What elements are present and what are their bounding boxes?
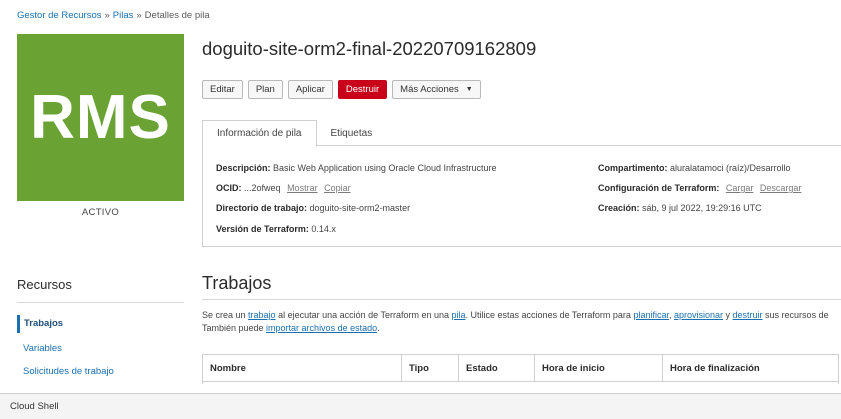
plan-link[interactable]: planificar	[633, 310, 669, 320]
breadcrumb-separator: »	[104, 10, 110, 21]
tf-config-field: Configuración de Terraform: Cargar Desca…	[598, 183, 801, 193]
workdir-label: Directorio de trabajo:	[216, 203, 308, 213]
edit-button[interactable]: Editar	[202, 80, 243, 99]
desc-text: . Utilice estas acciones de Terraform pa…	[465, 310, 634, 320]
page-title: doguito-site-orm2-final-20220709162809	[202, 38, 537, 59]
action-toolbar: Editar Plan Aplicar Destruir Más Accione…	[202, 80, 481, 99]
tf-version-label: Versión de Terraform:	[216, 224, 309, 234]
apply-button[interactable]: Aplicar	[287, 80, 333, 99]
caret-down-icon: ▼	[465, 86, 473, 93]
workdir-field: Directorio de trabajo: doguito-site-orm2…	[216, 203, 410, 213]
apply-button-label: Aplicar	[295, 84, 325, 95]
jobs-description-line-1: Se crea un trabajo al ejecutar una acció…	[202, 309, 841, 322]
sidebar-item-jobs[interactable]: Trabajos	[17, 315, 63, 333]
jobs-description: Se crea un trabajo al ejecutar una acció…	[202, 309, 841, 335]
tab-stack-info-label: Información de pila	[217, 128, 302, 139]
breadcrumb-separator: »	[136, 10, 142, 21]
cloud-shell-bar[interactable]: Cloud Shell	[0, 393, 841, 419]
stack-info-panel: Descripción: Basic Web Application using…	[202, 145, 841, 247]
tab-stack-info[interactable]: Información de pila	[202, 120, 317, 147]
cloud-shell-label: Cloud Shell	[10, 401, 59, 412]
jobs-description-line-2: También puede importar archivos de estad…	[202, 322, 841, 335]
tf-config-download-link[interactable]: Descargar	[760, 183, 802, 193]
breadcrumb-current: Detalles de pila	[144, 10, 210, 21]
desc-text: y	[723, 310, 733, 320]
import-state-link[interactable]: importar archivos de estado	[266, 323, 377, 333]
compartment-value: aluralatamoci (raíz)/Desarrollo	[670, 163, 791, 173]
resources-heading: Recursos	[17, 277, 72, 292]
destroy-button[interactable]: Destruir	[337, 80, 388, 99]
ocid-field: OCID: ...2ofweq Mostrar Copiar	[216, 183, 351, 193]
breadcrumb-resource-manager[interactable]: Gestor de Recursos	[17, 10, 101, 21]
edit-button-label: Editar	[210, 84, 235, 95]
sidebar-item-variables[interactable]: Variables	[17, 343, 62, 354]
column-header-type[interactable]: Tipo	[402, 355, 459, 381]
jobs-divider	[202, 299, 841, 300]
tf-config-label: Configuración de Terraform:	[598, 183, 720, 193]
ocid-label: OCID:	[216, 183, 242, 193]
more-actions-label: Más Acciones	[400, 84, 459, 95]
job-link[interactable]: trabajo	[248, 310, 276, 320]
logo-text: RMS	[30, 83, 171, 152]
detail-tabs: Información de pila Etiquetas	[202, 120, 387, 147]
sidebar-item-work-requests[interactable]: Solicitudes de trabajo	[17, 366, 114, 377]
tf-version-value: 0.14.x	[311, 224, 336, 234]
description-field: Descripción: Basic Web Application using…	[216, 163, 496, 173]
status-label: ACTIVO	[81, 207, 120, 218]
column-header-end-time[interactable]: Hora de finalización	[663, 355, 838, 381]
stack-link[interactable]: pila	[452, 310, 466, 320]
column-header-start-time[interactable]: Hora de inicio	[535, 355, 663, 381]
destroy-link[interactable]: destruir	[733, 310, 763, 320]
breadcrumb: Gestor de Recursos» Pilas» Detalles de pil…	[17, 10, 210, 21]
column-header-name[interactable]: Nombre	[203, 355, 402, 381]
ocid-value: ...2ofweq	[244, 183, 281, 193]
workdir-value: doguito-site-orm2-master	[309, 203, 411, 213]
ocid-copy-link[interactable]: Copiar	[324, 183, 351, 193]
plan-button[interactable]: Plan	[247, 80, 283, 99]
more-actions-button[interactable]: Más Acciones ▼	[392, 80, 481, 99]
created-label: Creación:	[598, 203, 640, 213]
created-field: Creación: sáb, 9 jul 2022, 19:29:16 UTC	[598, 203, 762, 213]
description-value: Basic Web Application using Oracle Cloud…	[273, 163, 497, 173]
jobs-table: Nombre Tipo Estado Hora de inicio Hora d…	[202, 354, 839, 384]
jobs-title: Trabajos	[202, 273, 272, 293]
resources-divider	[17, 302, 184, 303]
compartment-label: Compartimento:	[598, 163, 668, 173]
compartment-field: Compartimento: aluralatamoci (raíz)/Desa…	[598, 163, 791, 173]
tf-config-upload-link[interactable]: Cargar	[726, 183, 754, 193]
ocid-show-link[interactable]: Mostrar	[287, 183, 318, 193]
jobs-table-header: Nombre Tipo Estado Hora de inicio Hora d…	[203, 355, 838, 382]
provision-link[interactable]: aprovisionar	[674, 310, 723, 320]
destroy-button-label: Destruir	[345, 84, 380, 95]
stack-logo: RMS	[17, 34, 184, 201]
created-value: sáb, 9 jul 2022, 19:29:16 UTC	[642, 203, 762, 213]
tab-tags[interactable]: Etiquetas	[317, 120, 387, 146]
desc-text: .	[377, 323, 380, 333]
desc-text: También puede	[202, 323, 267, 333]
tab-tags-label: Etiquetas	[330, 127, 373, 139]
description-label: Descripción:	[216, 163, 271, 173]
desc-text: sus recursos de	[762, 310, 829, 320]
desc-text: al ejecutar una acción de Terraform en u…	[275, 310, 452, 320]
plan-button-label: Plan	[255, 84, 275, 95]
column-header-state[interactable]: Estado	[459, 355, 535, 381]
desc-text: Se crea un	[202, 310, 249, 320]
breadcrumb-stacks[interactable]: Pilas	[113, 10, 134, 21]
tf-version-field: Versión de Terraform: 0.14.x	[216, 224, 336, 234]
